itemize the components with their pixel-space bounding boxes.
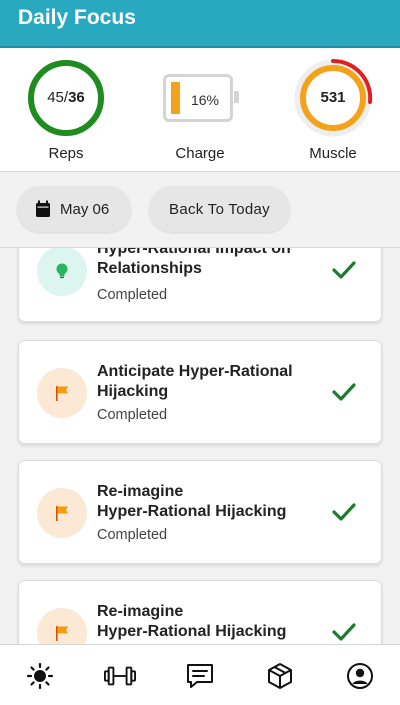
- flag-icon: [37, 368, 87, 418]
- charge-value: 16%: [190, 92, 220, 108]
- reps-stat[interactable]: 45/36 Reps: [6, 48, 126, 172]
- lightbulb-icon: [37, 248, 87, 296]
- muscle-value: 531: [320, 89, 346, 106]
- muscle-stat[interactable]: 531 Muscle: [273, 48, 393, 172]
- task-title: Re-imagine Hyper-Rational Hijacking: [97, 483, 287, 520]
- task-title: Anticipate Hyper-Rational Hijacking: [97, 363, 293, 400]
- check-icon: [332, 261, 356, 279]
- flag-icon: [37, 608, 87, 644]
- task-list[interactable]: Hyper-Rational Impact on Relationships C…: [0, 248, 400, 644]
- reps-value: 45/36: [47, 89, 85, 106]
- charge-stat[interactable]: 16% Charge: [140, 48, 260, 172]
- tab-sun[interactable]: [24, 660, 56, 692]
- check-icon: [332, 623, 356, 641]
- app-header: Daily Focus: [0, 0, 400, 48]
- chat-icon: [187, 664, 213, 688]
- muscle-label: Muscle: [309, 145, 357, 162]
- tab-workout[interactable]: [104, 660, 136, 692]
- dumbbell-icon: [104, 666, 136, 686]
- task-status: Completed: [97, 527, 168, 543]
- battery-fill: [171, 82, 180, 114]
- battery-icon: 16%: [163, 74, 239, 122]
- date-label: May 06: [60, 200, 110, 218]
- stats-panel: 45/36 Reps 16% Charge 531 Muscle: [0, 48, 400, 172]
- flag-icon: [37, 488, 87, 538]
- box-icon: [268, 663, 292, 689]
- task-title: Re-imagine Hyper-Rational Hijacking: [97, 603, 287, 640]
- task-title: Hyper-Rational Impact on Relationships: [97, 248, 291, 277]
- charge-label: Charge: [175, 145, 225, 162]
- date-picker-button[interactable]: May 06: [17, 186, 131, 232]
- task-card[interactable]: Anticipate Hyper-Rational Hijacking Comp…: [18, 340, 382, 444]
- check-icon: [332, 383, 356, 401]
- task-card[interactable]: Re-imagine Hyper-Rational Hijacking Comp…: [18, 460, 382, 564]
- tab-chat[interactable]: [184, 660, 216, 692]
- check-icon: [332, 503, 356, 521]
- task-status: Completed: [97, 407, 168, 423]
- reps-label: Reps: [48, 145, 84, 162]
- back-to-today-button[interactable]: Back To Today: [149, 186, 290, 232]
- sun-icon: [26, 662, 54, 690]
- tab-box[interactable]: [264, 660, 296, 692]
- task-card[interactable]: Re-imagine Hyper-Rational Hijacking: [18, 580, 382, 644]
- profile-icon: [347, 663, 373, 689]
- tab-profile[interactable]: [344, 660, 376, 692]
- bottom-tab-bar: [0, 644, 400, 705]
- page-title: Daily Focus: [18, 6, 136, 29]
- task-card[interactable]: Hyper-Rational Impact on Relationships C…: [18, 248, 382, 322]
- task-status: Completed: [97, 287, 168, 303]
- date-bar: May 06 Back To Today: [0, 172, 400, 248]
- calendar-icon: [36, 200, 50, 217]
